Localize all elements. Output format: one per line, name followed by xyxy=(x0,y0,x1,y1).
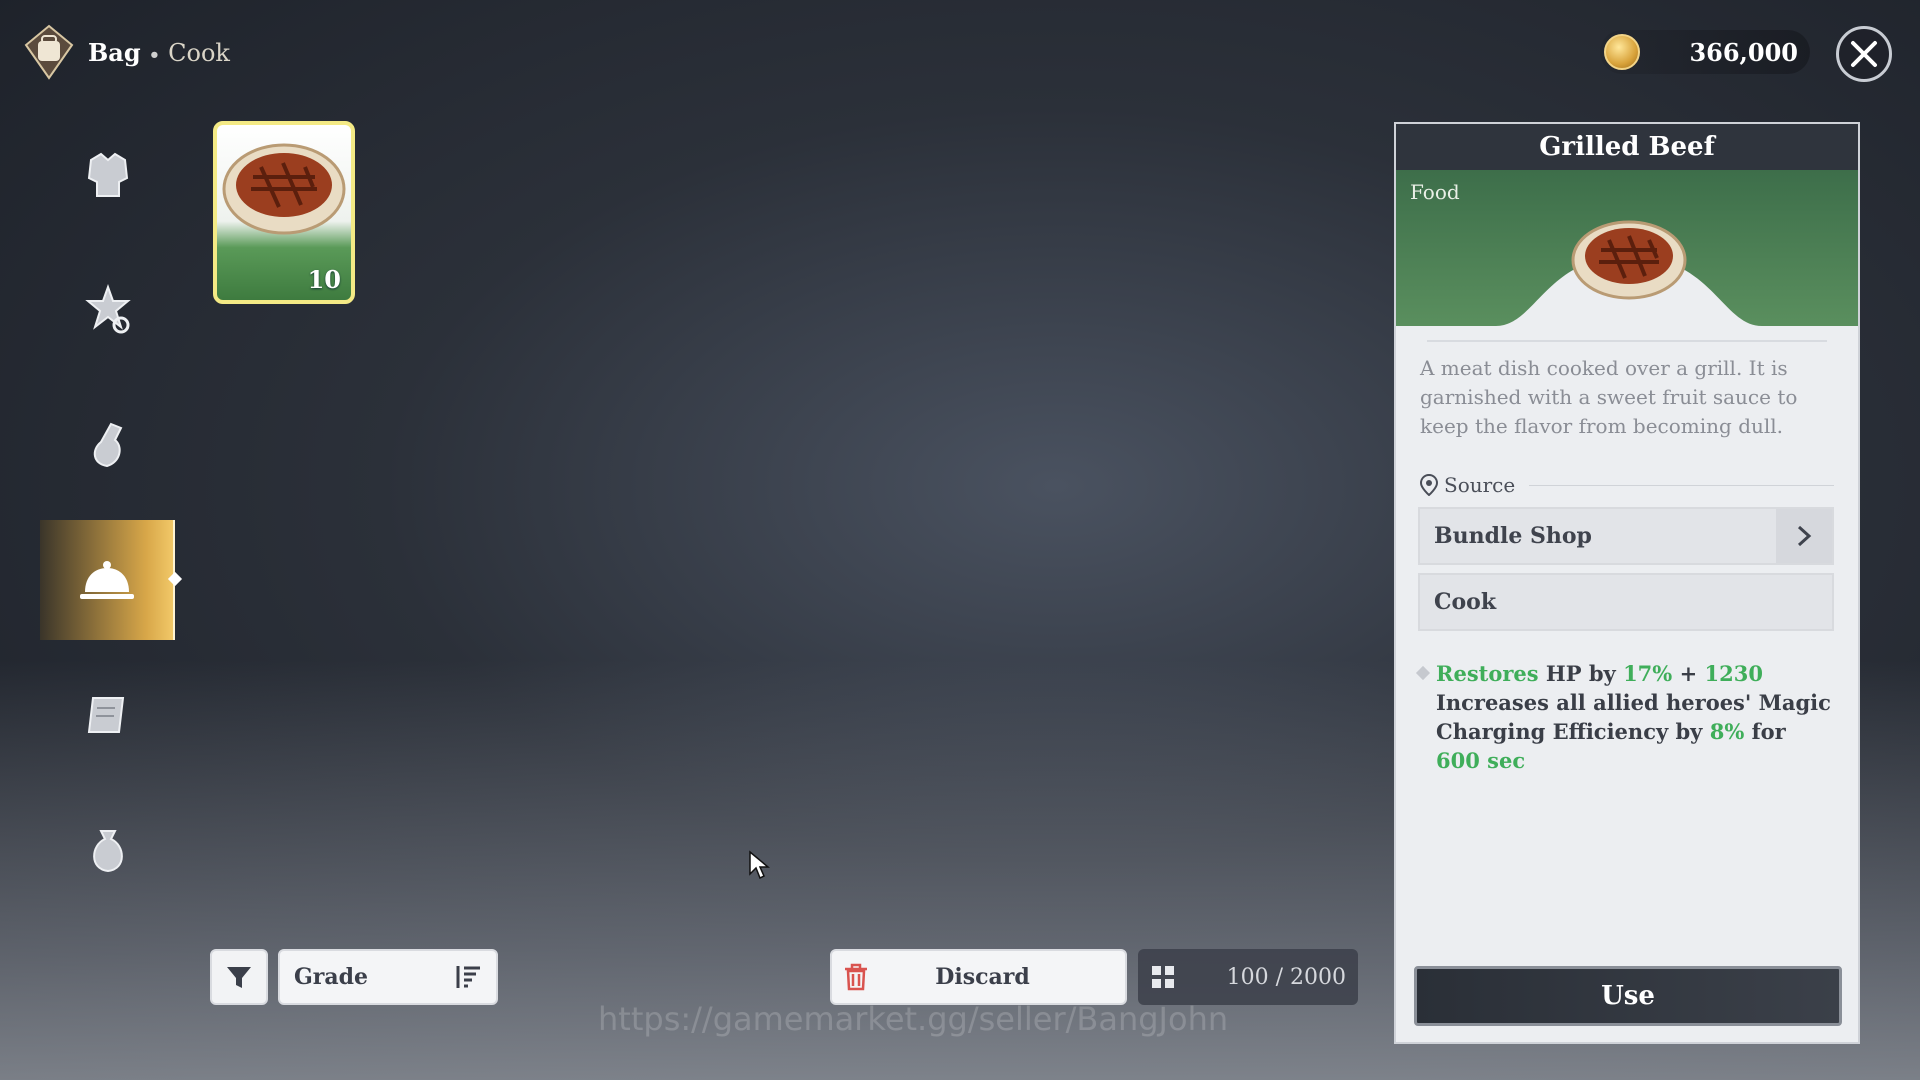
item-description: A meat dish cooked over a grill. It is g… xyxy=(1420,356,1798,438)
sidebar-item-equipment[interactable] xyxy=(40,115,175,235)
location-pin-icon xyxy=(1420,474,1438,496)
funnel-icon xyxy=(227,967,251,988)
breadcrumb-bag[interactable]: Bag xyxy=(88,38,141,67)
source-cook[interactable]: Cook xyxy=(1418,573,1834,631)
effect-pct: 17% xyxy=(1623,661,1673,686)
currency-amount: 366,000 xyxy=(1689,37,1798,67)
gear-star-icon xyxy=(84,284,131,334)
divider xyxy=(1427,340,1827,342)
close-icon xyxy=(1851,41,1877,67)
breadcrumb-cook: Cook xyxy=(168,38,230,67)
gold-coin-icon xyxy=(1604,34,1640,70)
grade-sort-button[interactable]: Grade xyxy=(278,949,498,1005)
potion-icon xyxy=(93,422,122,468)
source-cook-label: Cook xyxy=(1434,589,1497,615)
sort-order-icon xyxy=(456,966,480,988)
sidebar-item-scrolls[interactable] xyxy=(40,655,175,775)
scroll-icon xyxy=(87,697,124,733)
bag-logo-icon xyxy=(20,23,78,81)
filter-button[interactable] xyxy=(210,949,268,1005)
bag-capacity: 100 / 2000 xyxy=(1138,949,1358,1005)
breadcrumb: Bag • Cook xyxy=(88,38,230,67)
pouch-icon xyxy=(92,830,123,873)
item-detail-panel: Grilled Beef Food A meat dish cooked ove… xyxy=(1394,122,1860,1044)
item-effect: Restores HP by 17% + 1230 Increases all … xyxy=(1415,659,1836,775)
trash-icon xyxy=(845,963,867,991)
effect-flat: 1230 xyxy=(1704,661,1763,686)
source-divider xyxy=(1529,484,1834,486)
sidebar-item-misc[interactable] xyxy=(40,790,175,910)
mouse-cursor-icon xyxy=(749,850,770,880)
currency-display: 366,000 xyxy=(1600,30,1810,74)
source-label: Source xyxy=(1444,473,1516,497)
bullet-icon xyxy=(1415,665,1431,681)
effect-pct2: 8% xyxy=(1709,719,1745,744)
discard-label: Discard xyxy=(935,964,1030,990)
effect-text: Restores HP by 17% + 1230 Increases all … xyxy=(1436,659,1836,775)
inventory-item-card[interactable]: 10 xyxy=(213,121,355,304)
capacity-count: 100 / 2000 xyxy=(1226,964,1346,990)
item-type: Food xyxy=(1410,180,1460,204)
armor-icon xyxy=(87,152,128,197)
close-button[interactable] xyxy=(1836,26,1892,82)
effect-duration: 600 sec xyxy=(1436,748,1526,773)
item-hero: Food xyxy=(1396,170,1858,326)
grilled-beef-icon xyxy=(222,143,346,235)
watermark: https://gamemarket.gg/seller/BangJohn xyxy=(598,1000,1229,1038)
effect-hp-by: HP by xyxy=(1545,661,1616,686)
sidebar-item-cook[interactable] xyxy=(40,520,175,640)
discard-button[interactable]: Discard xyxy=(830,949,1127,1005)
breadcrumb-separator: • xyxy=(148,44,161,66)
chevron-right-icon xyxy=(1776,509,1832,563)
grid-icon xyxy=(1152,966,1174,988)
sidebar-item-potions[interactable] xyxy=(40,385,175,505)
grilled-beef-icon xyxy=(1571,220,1687,300)
grade-sort-label: Grade xyxy=(294,964,369,990)
effect-plus: + xyxy=(1679,661,1698,686)
category-sidebar xyxy=(40,115,175,925)
source-header: Source xyxy=(1420,473,1834,497)
effect-for: for xyxy=(1751,719,1786,744)
use-button[interactable]: Use xyxy=(1414,966,1842,1026)
effect-restores: Restores xyxy=(1436,661,1539,686)
item-title: Grilled Beef xyxy=(1396,124,1858,170)
source-bundle-shop[interactable]: Bundle Shop xyxy=(1418,507,1834,565)
top-bar: Bag • Cook xyxy=(20,22,230,82)
cloche-icon xyxy=(79,561,134,599)
source-bundle-shop-label: Bundle Shop xyxy=(1434,523,1592,549)
sidebar-item-materials[interactable] xyxy=(40,250,175,370)
item-count: 10 xyxy=(307,265,341,294)
